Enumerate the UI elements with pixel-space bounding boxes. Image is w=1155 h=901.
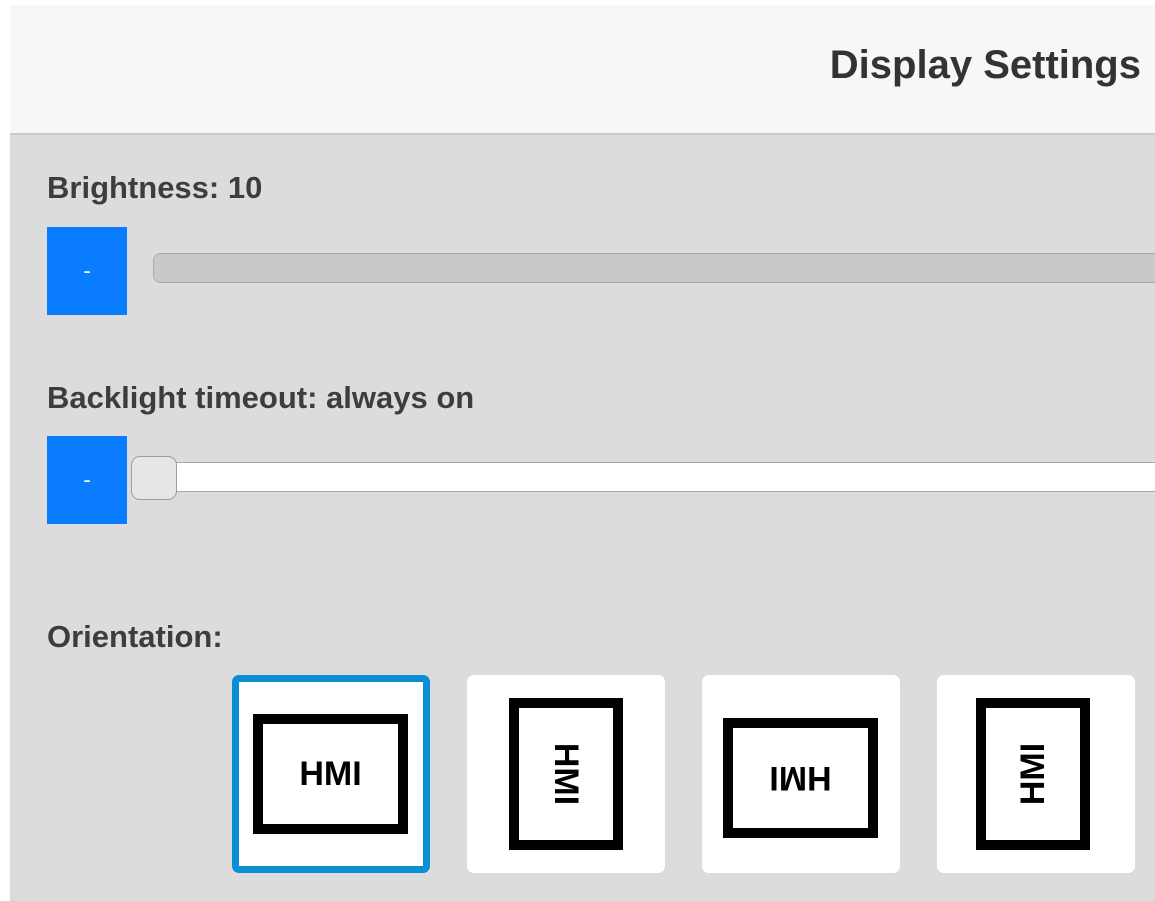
brightness-slider[interactable] <box>153 253 1155 283</box>
orientation-option-0-text: HMI <box>299 755 361 793</box>
orientation-option-0[interactable]: HMI <box>232 675 430 873</box>
orientation-option-90-text: HMI <box>547 743 585 805</box>
orientation-option-270-text: HMI <box>1014 743 1052 805</box>
brightness-slider-fill <box>154 254 1155 282</box>
backlight-slider-handle[interactable] <box>131 456 177 500</box>
orientation-option-180-text: HMI <box>769 759 831 797</box>
orientation-label: Orientation: <box>47 619 223 654</box>
backlight-timeout-slider[interactable] <box>153 462 1155 492</box>
orientation-option-90[interactable]: HMI <box>467 675 665 873</box>
brightness-label: Brightness: 10 <box>47 170 263 205</box>
page-title: Display Settings <box>829 43 1141 87</box>
hmi-portrait-rotated-ccw-icon: HMI <box>976 698 1090 850</box>
backlight-timeout-label: Backlight timeout: always on <box>47 380 475 415</box>
brightness-decrease-button[interactable]: - <box>47 227 127 315</box>
hmi-portrait-rotated-icon: HMI <box>509 698 623 850</box>
orientation-options: HMI HMI HMI HMI <box>232 675 1155 875</box>
orientation-option-180[interactable]: HMI <box>702 675 900 873</box>
backlight-decrease-button[interactable]: - <box>47 436 127 524</box>
hmi-landscape-icon: HMI <box>253 714 408 834</box>
display-settings-panel: Display Settings Brightness: 10 - Backli… <box>10 5 1155 901</box>
hmi-landscape-flipped-icon: HMI <box>723 718 878 838</box>
orientation-option-270[interactable]: HMI <box>937 675 1135 873</box>
header-bar: Display Settings <box>10 5 1155 135</box>
